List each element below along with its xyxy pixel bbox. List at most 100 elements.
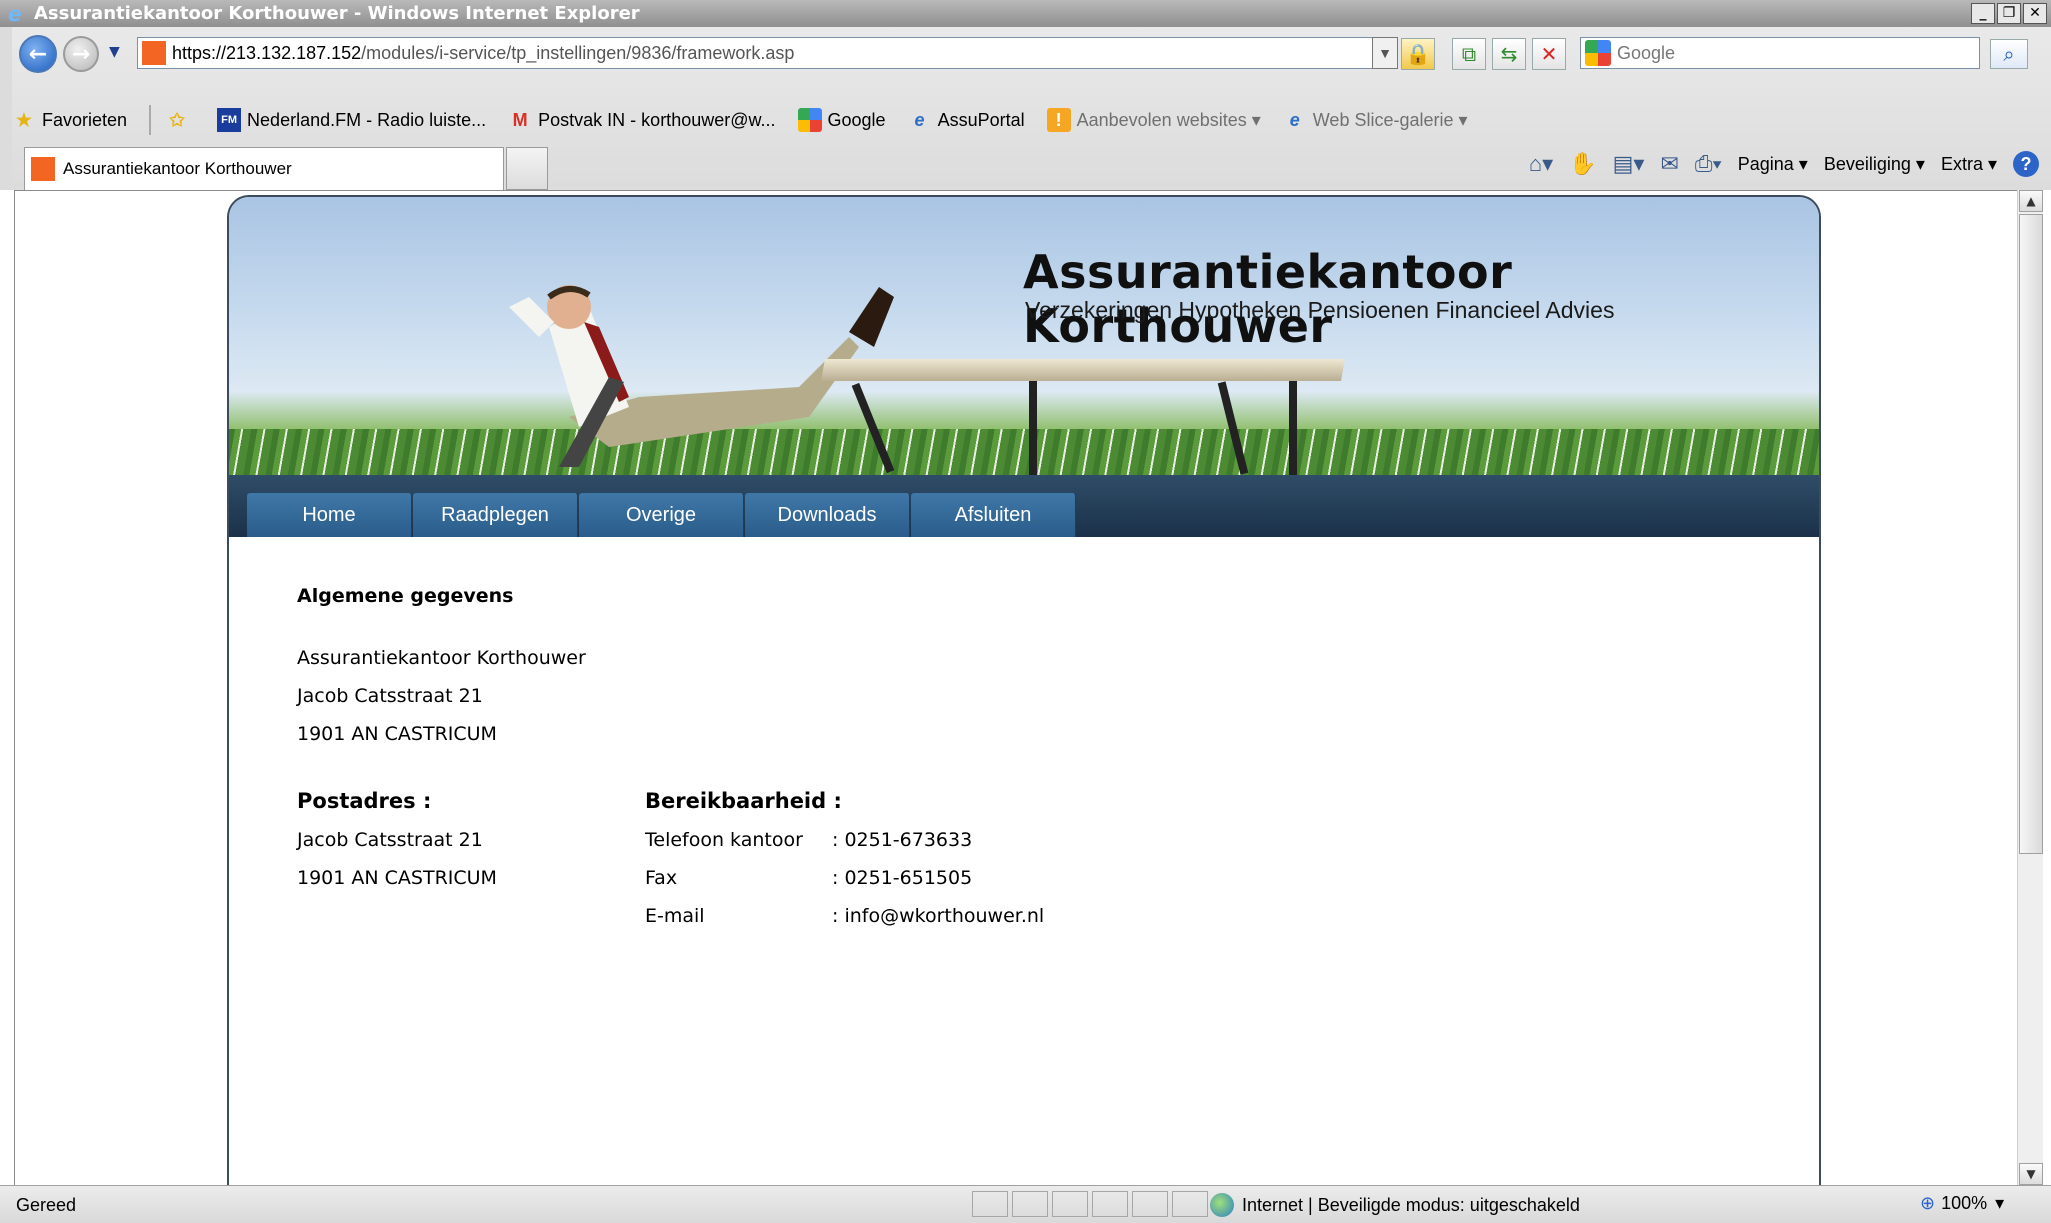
status-cell bbox=[1132, 1191, 1168, 1217]
nav-raadplegen[interactable]: Raadplegen bbox=[413, 493, 578, 537]
star-icon: ★ bbox=[15, 109, 33, 130]
status-bar: Gereed Internet | Beveiligde modus: uitg… bbox=[0, 1185, 2051, 1223]
postal-street: Jacob Catsstraat 21 bbox=[297, 829, 483, 851]
desk-illustration bbox=[821, 359, 1345, 381]
suggested-sites-button[interactable]: ! Aanbevolen websites ▾ bbox=[1046, 108, 1261, 132]
desk-leg bbox=[1029, 381, 1037, 475]
reachability-title: Bereikbaarheid : bbox=[645, 789, 842, 813]
favorite-link-google[interactable]: Google bbox=[797, 108, 886, 132]
email-value[interactable]: : info@wkorthouwer.nl bbox=[832, 905, 1044, 927]
refresh-icon[interactable]: ⇆ bbox=[1492, 38, 1526, 70]
window-controls: _ ❐ ✕ bbox=[1971, 3, 2047, 24]
status-cell bbox=[1052, 1191, 1088, 1217]
tools-menu[interactable]: Extra ▾ bbox=[1941, 154, 1997, 175]
favorite-link-label: AssuPortal bbox=[937, 109, 1025, 130]
address-dropdown[interactable]: ▼ bbox=[1372, 37, 1398, 69]
status-text: Gereed bbox=[16, 1195, 77, 1215]
restore-button[interactable]: ❐ bbox=[1997, 3, 2021, 24]
feeds-icon[interactable]: ▤▾ bbox=[1613, 151, 1645, 177]
page-menu[interactable]: Pagina ▾ bbox=[1738, 154, 1808, 175]
status-cell bbox=[1092, 1191, 1128, 1217]
address-host: 213.132.187.152 bbox=[226, 42, 362, 63]
hand-icon[interactable]: ✋ bbox=[1569, 151, 1596, 177]
scroll-down-arrow-icon[interactable]: ▼ bbox=[2019, 1163, 2043, 1185]
search-box[interactable]: Google bbox=[1580, 37, 1980, 69]
zoom-icon: ⊕ bbox=[1920, 1193, 1936, 1213]
nav-downloads[interactable]: Downloads bbox=[745, 493, 910, 537]
command-bar: ⌂▾ ✋ ▤▾ ✉ ⎙▾ Pagina ▾ Beveiliging ▾ Extr… bbox=[1529, 151, 2039, 177]
address-scheme: https:// bbox=[172, 42, 227, 63]
suggested-sites-icon: ! bbox=[1046, 108, 1071, 132]
security-menu[interactable]: Beveiliging ▾ bbox=[1824, 154, 1925, 175]
desk-leg bbox=[1289, 381, 1297, 475]
site-favicon-icon bbox=[142, 41, 166, 65]
site-nav: Home Raadplegen Overige Downloads Afslui… bbox=[229, 475, 1819, 537]
scroll-thumb[interactable] bbox=[2019, 214, 2043, 854]
favorite-link-label: Web Slice-galerie ▾ bbox=[1312, 109, 1468, 130]
site-subtitle: Verzekeringen Hypotheken Pensioenen Fina… bbox=[1025, 297, 1615, 323]
scroll-up-arrow-icon[interactable]: ▲ bbox=[2019, 190, 2043, 212]
favorite-link-gmail[interactable]: M Postvak IN - korthouwer@w... bbox=[508, 108, 776, 132]
favorites-button[interactable]: ★ Favorieten bbox=[12, 108, 127, 132]
home-icon[interactable]: ⌂▾ bbox=[1529, 151, 1553, 177]
fm-icon: FM bbox=[217, 108, 242, 132]
favorite-link-assuportal[interactable]: e AssuPortal bbox=[908, 108, 1025, 132]
favorite-link-label: Nederland.FM - Radio luiste... bbox=[247, 109, 487, 130]
favorite-link-label: Postvak IN - korthouwer@w... bbox=[538, 109, 776, 130]
chevron-down-icon: ▾ bbox=[1995, 1193, 2005, 1213]
add-to-favorites-bar-button[interactable]: ✩ bbox=[165, 108, 195, 132]
email-label: E-mail bbox=[645, 905, 705, 927]
favorite-link-label: Google bbox=[827, 109, 886, 130]
company-name: Assurantiekantoor Korthouwer bbox=[297, 647, 586, 669]
nav-home[interactable]: Home bbox=[247, 493, 412, 537]
phone-value: : 0251-673633 bbox=[832, 829, 973, 851]
window-title: Assurantiekantoor Korthouwer - Windows I… bbox=[34, 3, 640, 24]
visit-city: 1901 AN CASTRICUM bbox=[297, 723, 497, 745]
print-icon[interactable]: ⎙▾ bbox=[1695, 151, 1722, 177]
nav-overige[interactable]: Overige bbox=[579, 493, 744, 537]
tab-assurantiekantoor[interactable]: Assurantiekantoor Korthouwer bbox=[24, 147, 504, 190]
back-button[interactable]: ← bbox=[19, 35, 57, 73]
lock-icon[interactable]: 🔒 bbox=[1401, 38, 1435, 70]
google-icon bbox=[797, 108, 822, 132]
zoom-control[interactable]: ⊕ 100% ▾ bbox=[1920, 1193, 2004, 1214]
recent-pages-dropdown[interactable]: ▼ bbox=[109, 44, 120, 60]
favorites-bar: ★ Favorieten ✩ FM Nederland.FM - Radio l… bbox=[12, 100, 2051, 140]
header-banner: Assurantiekantoor Korthouwer Verzekering… bbox=[229, 197, 1819, 475]
minimize-button[interactable]: _ bbox=[1971, 3, 1995, 24]
ie-page-icon: e bbox=[1289, 109, 1300, 130]
search-button[interactable]: ⌕ bbox=[1990, 39, 2028, 69]
new-tab-button[interactable] bbox=[506, 147, 548, 190]
add-favorite-star-icon: ✩ bbox=[169, 109, 185, 130]
zoom-level: 100% bbox=[1941, 1193, 1988, 1213]
status-cell bbox=[1012, 1191, 1048, 1217]
stop-icon[interactable]: ✕ bbox=[1532, 38, 1566, 70]
google-search-provider-icon bbox=[1585, 40, 1611, 66]
globe-icon bbox=[1210, 1193, 1234, 1217]
site-favicon-icon bbox=[31, 157, 55, 181]
tab-label: Assurantiekantoor Korthouwer bbox=[63, 159, 292, 178]
vertical-scrollbar[interactable]: ▲ ▼ bbox=[2017, 190, 2043, 1185]
search-placeholder: Google bbox=[1617, 42, 1676, 63]
nav-afsluiten[interactable]: Afsluiten bbox=[911, 493, 1076, 537]
favorites-separator bbox=[149, 105, 152, 135]
phone-label: Telefoon kantoor bbox=[645, 829, 803, 851]
page-viewport: Assurantiekantoor Korthouwer Verzekering… bbox=[14, 190, 2017, 1185]
mail-icon[interactable]: ✉ bbox=[1660, 151, 1678, 177]
forward-button[interactable]: → bbox=[63, 36, 99, 72]
zone-text: Internet | Beveiligde modus: uitgeschake… bbox=[1242, 1194, 1580, 1215]
address-row: ← → ▼ https://213.132.187.152/modules/i-… bbox=[0, 27, 2051, 73]
security-zone[interactable]: Internet | Beveiligde modus: uitgeschake… bbox=[1210, 1193, 1580, 1217]
section-title: Algemene gegevens bbox=[297, 585, 514, 607]
help-icon[interactable]: ? bbox=[2013, 151, 2039, 177]
visit-street: Jacob Catsstraat 21 bbox=[297, 685, 483, 707]
arrow-right-icon: → bbox=[71, 41, 91, 67]
favorite-link-nederlandfm[interactable]: FM Nederland.FM - Radio luiste... bbox=[217, 108, 486, 132]
arrow-left-icon: ← bbox=[28, 41, 48, 67]
web-slice-gallery-button[interactable]: e Web Slice-galerie ▾ bbox=[1283, 108, 1468, 132]
ie-logo-icon: e bbox=[8, 1, 22, 26]
address-bar[interactable]: https://213.132.187.152/modules/i-servic… bbox=[137, 37, 1398, 69]
fax-label: Fax bbox=[645, 867, 678, 889]
close-window-button[interactable]: ✕ bbox=[2023, 3, 2047, 24]
compatibility-view-icon[interactable]: ⧉ bbox=[1452, 38, 1486, 70]
